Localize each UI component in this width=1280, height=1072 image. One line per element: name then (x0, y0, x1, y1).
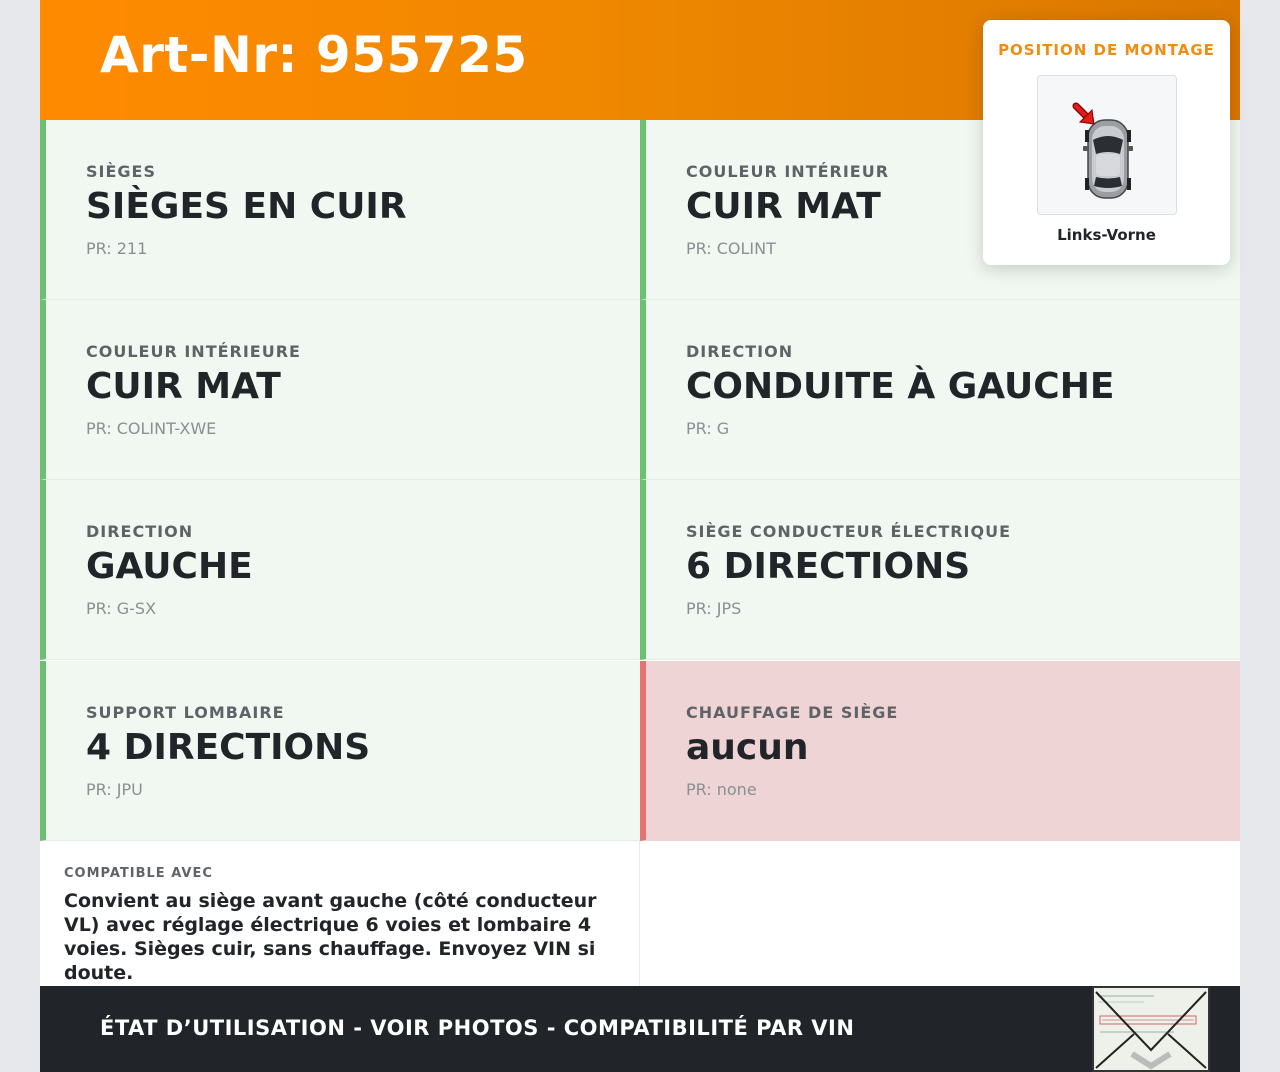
spec-label: COULEUR INTÉRIEUR (686, 162, 890, 181)
spec-value: aucun (686, 727, 809, 768)
spec-pr-code: PR: 211 (86, 239, 148, 258)
spec-value: CUIR MAT (686, 186, 881, 227)
spec-value: 4 DIRECTIONS (86, 727, 371, 768)
spec-value: SIÈGES EN CUIR (86, 186, 407, 227)
document-stamp-image (1092, 986, 1210, 1072)
spec-value: GAUCHE (86, 546, 253, 587)
spec-pr-code: PR: JPU (86, 780, 143, 799)
mounting-position-caption: Links-Vorne (1057, 226, 1156, 244)
spec-pr-code: PR: COLINT-XWE (86, 419, 217, 438)
compatibility-box: COMPATIBLE AVEC Convient au siège avant … (40, 841, 640, 986)
spec-value: CONDUITE À GAUCHE (686, 366, 1115, 407)
spec-cell-sieges: SIÈGES SIÈGES EN CUIR PR: 211 (40, 120, 640, 300)
mounting-position-card: POSITION DE MONTAGE Links-Vorne (983, 20, 1230, 265)
car-position-image (1037, 75, 1177, 215)
spec-pr-code: PR: JPS (686, 599, 742, 618)
spec-cell-siege-electrique: SIÈGE CONDUCTEUR ÉLECTRIQUE 6 DIRECTIONS… (640, 480, 1240, 660)
spec-value: CUIR MAT (86, 366, 281, 407)
spec-cell-direction-gauche: DIRECTION GAUCHE PR: G-SX (40, 480, 640, 660)
spec-label: SIÈGE CONDUCTEUR ÉLECTRIQUE (686, 522, 1012, 541)
compatibility-label: COMPATIBLE AVEC (64, 866, 213, 881)
position-arrow-icon (1072, 102, 1095, 125)
spec-label: SUPPORT LOMBAIRE (86, 703, 285, 722)
spec-cell-chauffage: CHAUFFAGE DE SIÈGE aucun PR: none (640, 661, 1240, 841)
spec-value: 6 DIRECTIONS (686, 546, 971, 587)
car-top-view-icon (1072, 102, 1133, 199)
spec-cell-support-lombaire: SUPPORT LOMBAIRE 4 DIRECTIONS PR: JPU (40, 661, 640, 841)
spec-label: CHAUFFAGE DE SIÈGE (686, 703, 899, 722)
spec-cell-direction-conduite: DIRECTION CONDUITE À GAUCHE PR: G (640, 300, 1240, 480)
article-number-title: Art-Nr: 955725 (100, 26, 528, 84)
spec-label: DIRECTION (86, 522, 194, 541)
footer-bar: ÉTAT D’UTILISATION - VOIR PHOTOS - COMPA… (40, 986, 1240, 1072)
spec-pr-code: PR: COLINT (686, 239, 776, 258)
compatibility-text: Convient au siège avant gauche (côté con… (64, 890, 597, 984)
spec-pr-code: PR: G (686, 419, 730, 438)
spec-label: COULEUR INTÉRIEURE (86, 342, 301, 361)
spec-pr-code: PR: G-SX (86, 599, 157, 618)
mounting-position-title: POSITION DE MONTAGE (998, 41, 1215, 59)
spec-pr-code: PR: none (686, 780, 757, 799)
document-envelope-icon (1094, 988, 1208, 1070)
spec-cell-couleur-interieure: COULEUR INTÉRIEURE CUIR MAT PR: COLINT-X… (40, 300, 640, 480)
footer-text: ÉTAT D’UTILISATION - VOIR PHOTOS - COMPA… (100, 1016, 855, 1040)
spec-label: SIÈGES (86, 162, 156, 181)
spec-label: DIRECTION (686, 342, 794, 361)
